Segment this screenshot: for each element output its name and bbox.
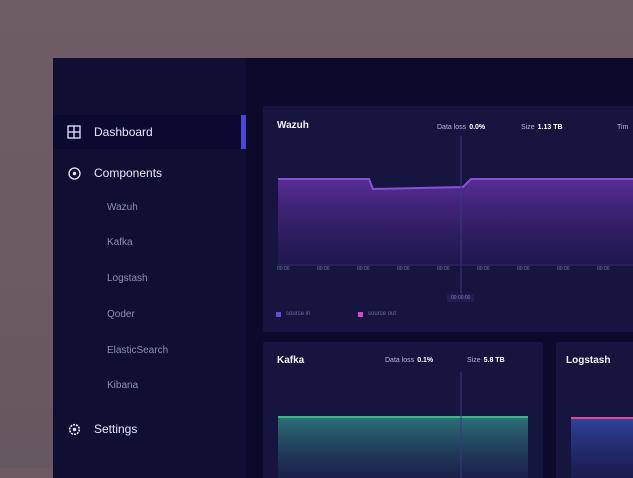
legend-source-in: source in (276, 311, 310, 317)
sidebar-subitem-wazuh[interactable]: Wazuh (107, 202, 138, 213)
sidebar-item-components[interactable]: Components (53, 156, 246, 190)
legend-dot-icon (276, 311, 281, 317)
sidebar-item-label: Settings (94, 422, 138, 436)
sidebar-item-label: Components (94, 166, 163, 180)
logstash-panel: Logstash (556, 342, 633, 478)
sidebar-subitem-qoder[interactable]: Qoder (107, 309, 135, 320)
wazuh-panel: Wazuh Data loss 0.0% Size 1.13 TB Tim 00:0… (263, 106, 633, 332)
legend-dot-icon (358, 311, 363, 317)
sidebar-subitem-elasticsearch[interactable]: ElasticSearch (107, 345, 168, 356)
sidebar-item-dashboard[interactable]: Dashboard (53, 115, 246, 149)
time-badge: 00:00:00 (447, 294, 475, 302)
sidebar-item-settings[interactable]: Settings (53, 412, 246, 446)
sidebar-subitem-logstash[interactable]: Logstash (107, 273, 148, 284)
sidebar-subitem-kibana[interactable]: Kibana (107, 380, 138, 391)
components-icon (66, 165, 82, 181)
dashboard-icon (66, 124, 82, 140)
legend-source-out: source out (358, 311, 396, 317)
device-frame: Dashboard Components Wazuh Kafka Logstas… (0, 0, 633, 478)
sidebar-subitem-kafka[interactable]: Kafka (107, 237, 133, 248)
sidebar: Dashboard Components Wazuh Kafka Logstas… (53, 58, 246, 478)
logstash-area-chart (571, 417, 633, 478)
app-window: Dashboard Components Wazuh Kafka Logstas… (53, 58, 633, 478)
kafka-area-chart (278, 372, 528, 478)
settings-icon (66, 421, 82, 437)
kafka-panel: Kafka Data loss 0.1% Size 5.8 TB (263, 342, 543, 478)
sidebar-item-label: Dashboard (94, 125, 153, 139)
